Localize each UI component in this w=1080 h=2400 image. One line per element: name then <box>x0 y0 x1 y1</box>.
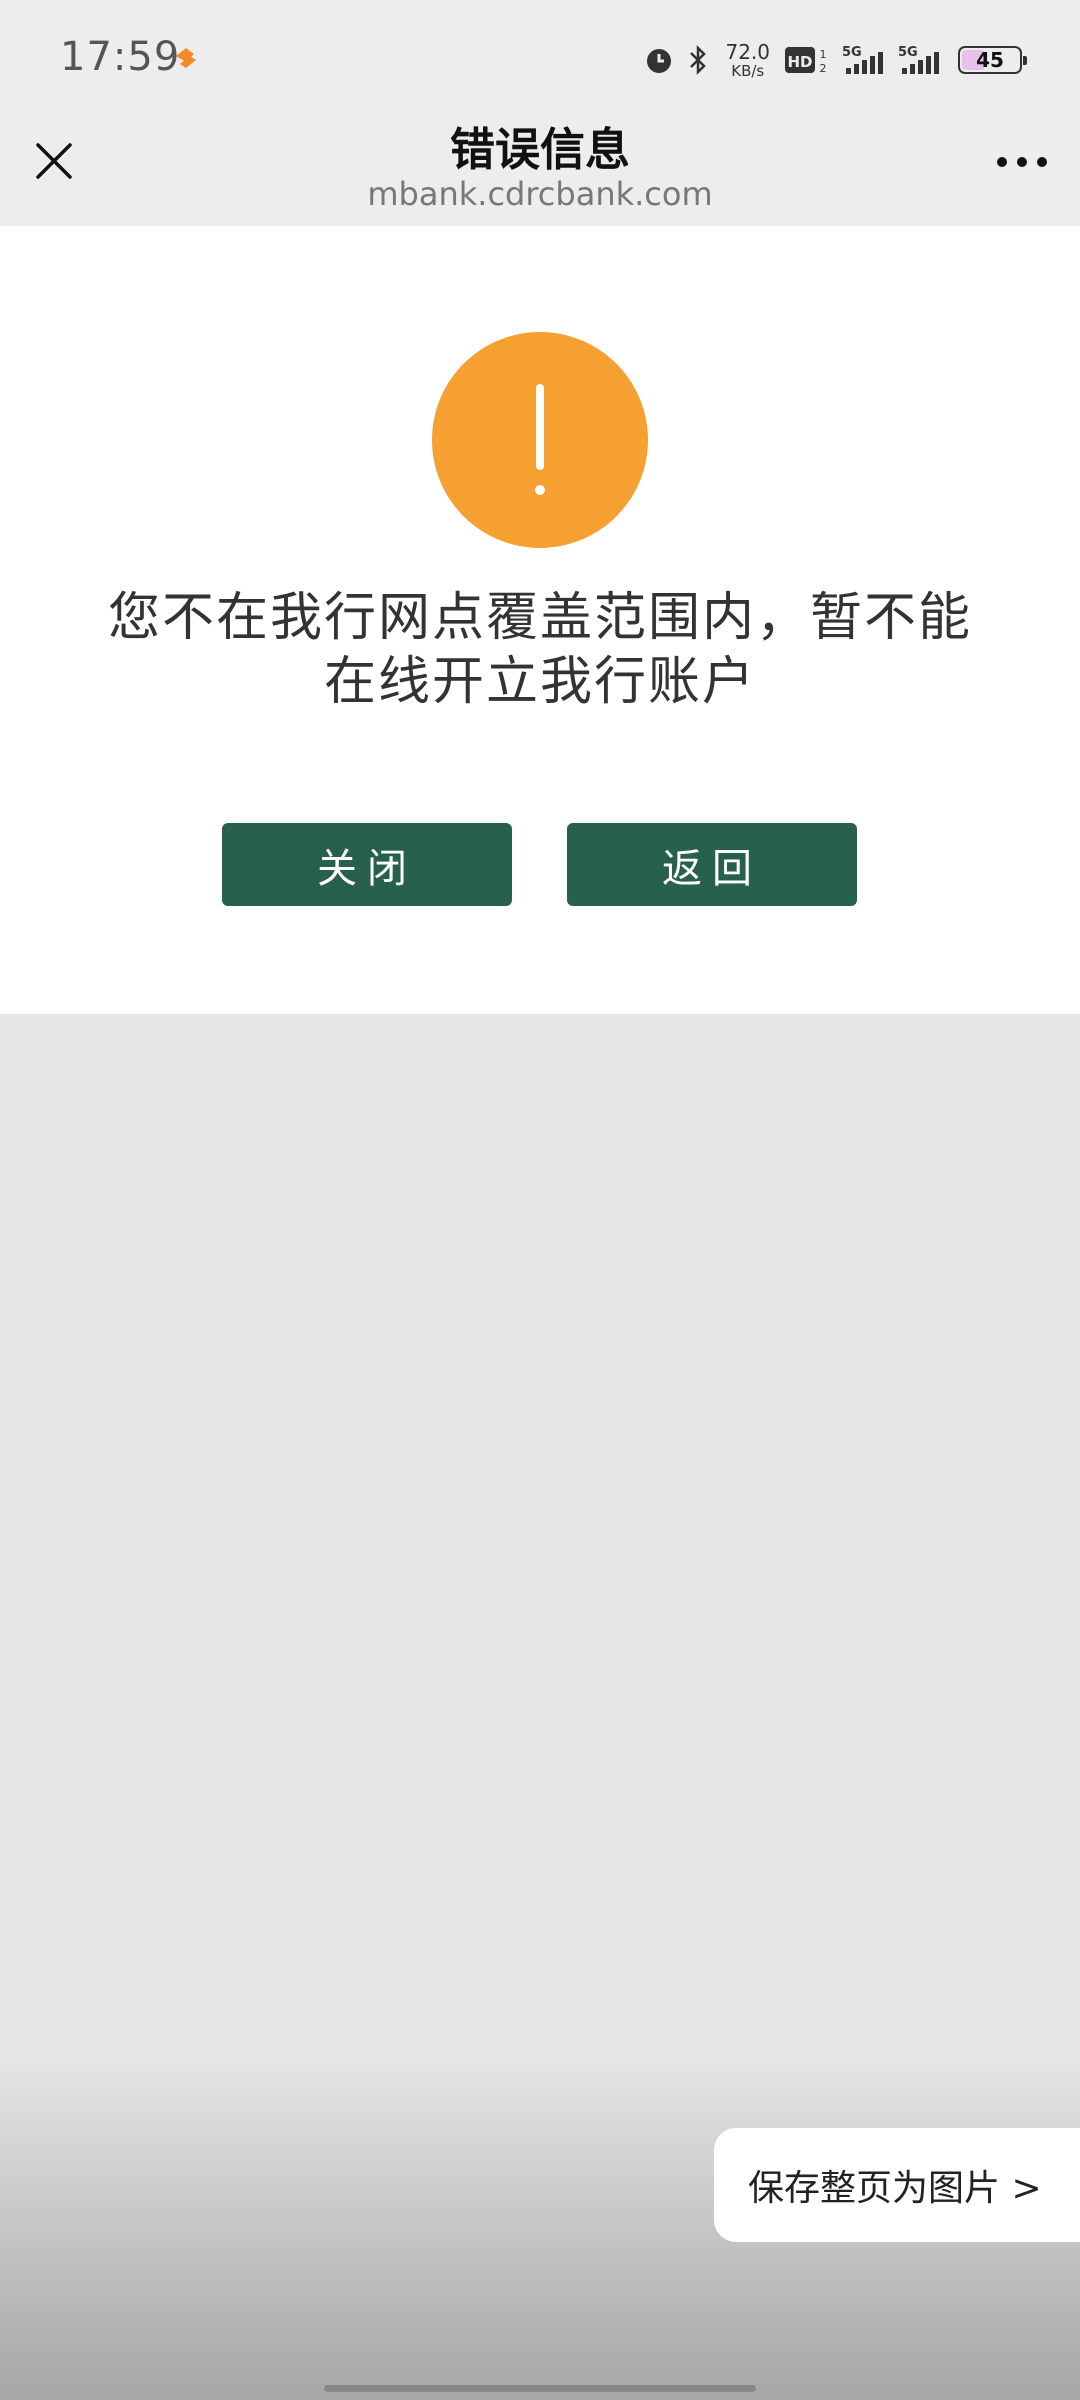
svg-text:HD: HD <box>787 53 812 71</box>
hd-icon: HD 1 2 <box>784 44 830 76</box>
save-page-as-image-button[interactable]: 保存整页为图片 > <box>714 2128 1080 2242</box>
app-notification-icon <box>176 48 196 68</box>
page-url: mbank.cdrcbank.com <box>367 175 713 213</box>
network-speed: 72.0 KB/s <box>725 42 770 79</box>
status-icons: 72.0 KB/s HD 1 2 5G 5G 45 <box>643 38 1027 82</box>
title-bar: 错误信息 mbank.cdrcbank.com <box>0 120 1080 226</box>
error-card: 您不在我行网点覆盖范围内，暂不能 在线开立我行账户 关闭 返回 <box>0 226 1080 1014</box>
warning-icon <box>432 332 648 548</box>
error-message: 您不在我行网点覆盖范围内，暂不能 在线开立我行账户 <box>60 586 1020 714</box>
more-options-icon[interactable] <box>992 142 1052 182</box>
alarm-icon <box>643 44 675 76</box>
svg-text:5G: 5G <box>898 45 918 60</box>
error-message-line1: 您不在我行网点覆盖范围内，暂不能 <box>107 588 972 648</box>
svg-text:1: 1 <box>820 48 827 61</box>
error-message-line2: 在线开立我行账户 <box>323 652 756 712</box>
network-speed-unit: KB/s <box>731 61 765 80</box>
home-indicator[interactable] <box>324 2385 756 2392</box>
battery-icon: 45 <box>958 46 1027 74</box>
svg-text:2: 2 <box>820 62 827 75</box>
battery-cap <box>1023 56 1027 65</box>
back-button[interactable]: 返回 <box>567 823 857 906</box>
battery-level: 45 <box>976 48 1004 72</box>
close-button[interactable]: 关闭 <box>222 823 512 906</box>
page-title: 错误信息 <box>449 123 630 176</box>
status-time: 17:59 <box>60 34 181 80</box>
svg-text:5G: 5G <box>842 45 862 60</box>
signal-5g-icon: 5G <box>840 42 886 78</box>
bluetooth-icon <box>685 44 711 76</box>
signal-5g-icon: 5G <box>896 42 942 78</box>
status-bar: 17:59 72.0 KB/s HD 1 2 5G 5G 45 <box>0 0 1080 120</box>
network-speed-value: 72.0 <box>725 39 770 64</box>
